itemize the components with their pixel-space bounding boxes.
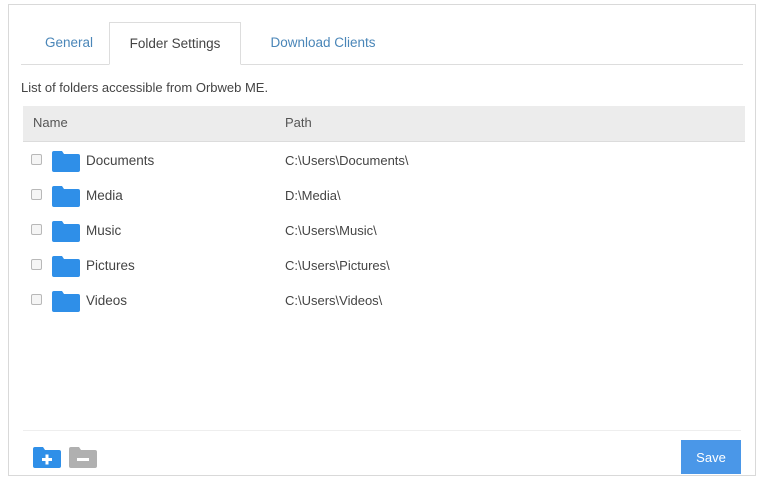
folder-remove-icon[interactable]	[69, 446, 97, 468]
folder-icon	[52, 151, 80, 172]
folder-icon	[52, 186, 80, 207]
column-header-path[interactable]: Path	[285, 106, 312, 139]
table-row[interactable]: Pictures C:\Users\Pictures\	[23, 248, 745, 283]
row-checkbox[interactable]	[31, 154, 42, 165]
tab-folder-settings[interactable]: Folder Settings	[109, 22, 241, 65]
tab-bar: General Folder Settings Download Clients	[21, 22, 743, 65]
table-row[interactable]: Videos C:\Users\Videos\	[23, 283, 745, 318]
row-checkbox[interactable]	[31, 224, 42, 235]
table-row[interactable]: Media D:\Media\	[23, 178, 745, 213]
folder-path: C:\Users\Music\	[285, 223, 377, 238]
folder-add-icon[interactable]	[33, 446, 61, 468]
description-text: List of folders accessible from Orbweb M…	[21, 80, 269, 95]
save-button[interactable]: Save	[681, 440, 741, 474]
folder-settings-panel: General Folder Settings Download Clients…	[8, 4, 756, 476]
folder-path: C:\Users\Documents\	[285, 153, 409, 168]
folder-name: Videos	[86, 293, 128, 308]
tab-general[interactable]: General	[37, 22, 101, 64]
footer-divider	[23, 430, 741, 431]
table-row[interactable]: Music C:\Users\Music\	[23, 213, 745, 248]
folder-name: Music	[86, 223, 122, 238]
table-header: Name Path	[23, 106, 745, 142]
folder-path: C:\Users\Videos\	[285, 293, 383, 308]
row-checkbox[interactable]	[31, 259, 42, 270]
column-header-name[interactable]: Name	[33, 106, 68, 139]
folder-name: Documents	[86, 153, 155, 168]
folder-path: C:\Users\Pictures\	[285, 258, 390, 273]
folder-name: Pictures	[86, 258, 135, 273]
folder-name: Media	[86, 188, 123, 203]
row-checkbox[interactable]	[31, 189, 42, 200]
folder-icon	[52, 291, 80, 312]
folder-icon	[52, 256, 80, 277]
row-checkbox[interactable]	[31, 294, 42, 305]
folder-path: D:\Media\	[285, 188, 341, 203]
tab-download-clients[interactable]: Download Clients	[259, 22, 387, 64]
folder-icon	[52, 221, 80, 242]
table-row[interactable]: Documents C:\Users\Documents\	[23, 143, 745, 178]
